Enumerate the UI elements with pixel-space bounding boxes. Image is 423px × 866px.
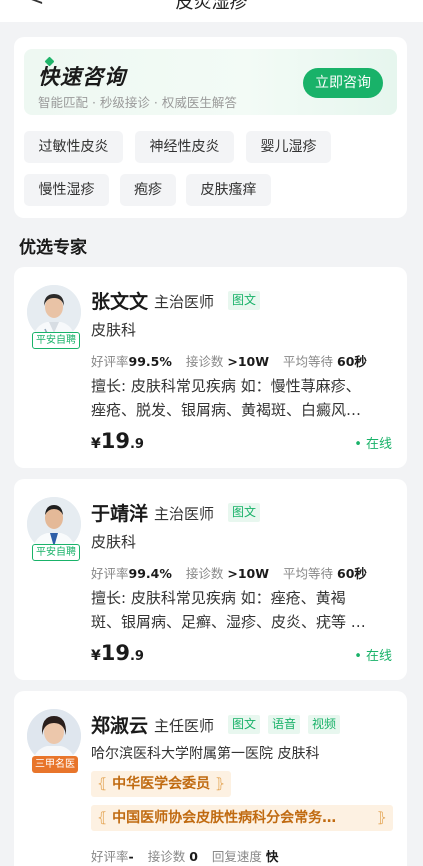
doctor-title: 主任医师 (154, 717, 215, 735)
tag-chronic-eczema[interactable]: 慢性湿疹 (24, 174, 109, 206)
doctor-name: 张文文 (91, 291, 149, 313)
tag-herpes[interactable]: 疱疹 (120, 174, 176, 206)
honor-tag: ⦃ 中华医学会委员 ⦄ (91, 771, 232, 797)
quick-consult-subtitle: 智能匹配 · 秒级接诊 · 权威医生解答 (38, 95, 237, 110)
avatar-badge: 平安自聘 (32, 332, 80, 349)
doctor-title: 主治医师 (154, 293, 215, 311)
quick-consult-title: 快速咨询 (38, 56, 126, 91)
service-chip-text: 图文 (228, 291, 261, 310)
doctor-card[interactable]: 平安自聘 于靖洋 主治医师 图文 皮肤科 好评率99.4% 接诊数 >10W 平… (14, 479, 407, 680)
top-nav-bar: < 皮炎湿疹 (0, 0, 423, 22)
service-chip-text: 图文 (228, 715, 261, 734)
avatar-badge: 三甲名医 (32, 756, 78, 773)
doctor-stats: 好评率99.4% 接诊数 >10W 平均等待 60秒 (91, 566, 367, 581)
quick-consult-card: 快速咨询 智能匹配 · 秒级接诊 · 权威医生解答 立即咨询 过敏性皮炎 神经性… (14, 37, 407, 218)
service-chip-voice: 语音 (268, 715, 301, 734)
section-title-experts: 优选专家 (19, 238, 87, 258)
doctor-stats: 好评率- 接诊数 0 回复速度 快 (91, 849, 279, 864)
consult-price: ¥19.9 (91, 641, 144, 665)
doctor-expertise: 擅长: 皮肤科常见疾病 如：慢性荨麻疹、 痤疮、脱发、银屑病、黄褐斑、白癜风… (91, 377, 362, 419)
avatar-badge: 平安自聘 (32, 544, 80, 561)
online-status: • 在线 (354, 437, 392, 452)
consult-price: ¥19.9 (91, 429, 144, 453)
doctor-department: 皮肤科 (91, 533, 137, 551)
doctor-avatar (27, 285, 81, 339)
consult-now-button[interactable]: 立即咨询 (303, 68, 383, 98)
service-chip-video: 视频 (308, 715, 341, 734)
doctor-department: 皮肤科 (91, 321, 137, 339)
doctor-title: 主治医师 (154, 505, 215, 523)
doctor-name: 于靖洋 (91, 503, 149, 525)
doctor-avatar (27, 709, 81, 763)
honor-tag: ⦃ 中国医师协会皮肤性病科分会常务… ⦄ (91, 805, 393, 831)
doctor-name: 郑淑云 (91, 715, 149, 737)
page-title: 皮炎湿疹 (175, 0, 248, 13)
doctor-stats: 好评率99.5% 接诊数 >10W 平均等待 60秒 (91, 354, 367, 369)
doctor-expertise: 擅长: 皮肤科常见疾病 如：痤疮、黄褐 斑、银屑病、足癣、湿疹、皮炎、疣等 … (91, 589, 366, 631)
online-status: • 在线 (354, 649, 392, 664)
doctor-hospital-department: 哈尔滨医科大学附属第一医院 皮肤科 (91, 746, 320, 762)
tag-infant-eczema[interactable]: 婴儿湿疹 (246, 131, 331, 163)
tag-skin-itch[interactable]: 皮肤瘙痒 (186, 174, 271, 206)
quick-consult-banner[interactable]: 快速咨询 智能匹配 · 秒级接诊 · 权威医生解答 立即咨询 (24, 49, 397, 115)
doctor-card[interactable]: 三甲名医 郑淑云 主任医师 图文 语音 视频 哈尔滨医科大学附属第一医院 皮肤科… (14, 691, 407, 866)
doctor-avatar (27, 497, 81, 551)
service-chip-text: 图文 (228, 503, 261, 522)
doctor-card[interactable]: 平安自聘 张文文 主治医师 图文 皮肤科 好评率99.5% 接诊数 >10W 平… (14, 267, 407, 468)
tag-neurodermatitis[interactable]: 神经性皮炎 (135, 131, 234, 163)
tag-allergic-dermatitis[interactable]: 过敏性皮炎 (24, 131, 123, 163)
